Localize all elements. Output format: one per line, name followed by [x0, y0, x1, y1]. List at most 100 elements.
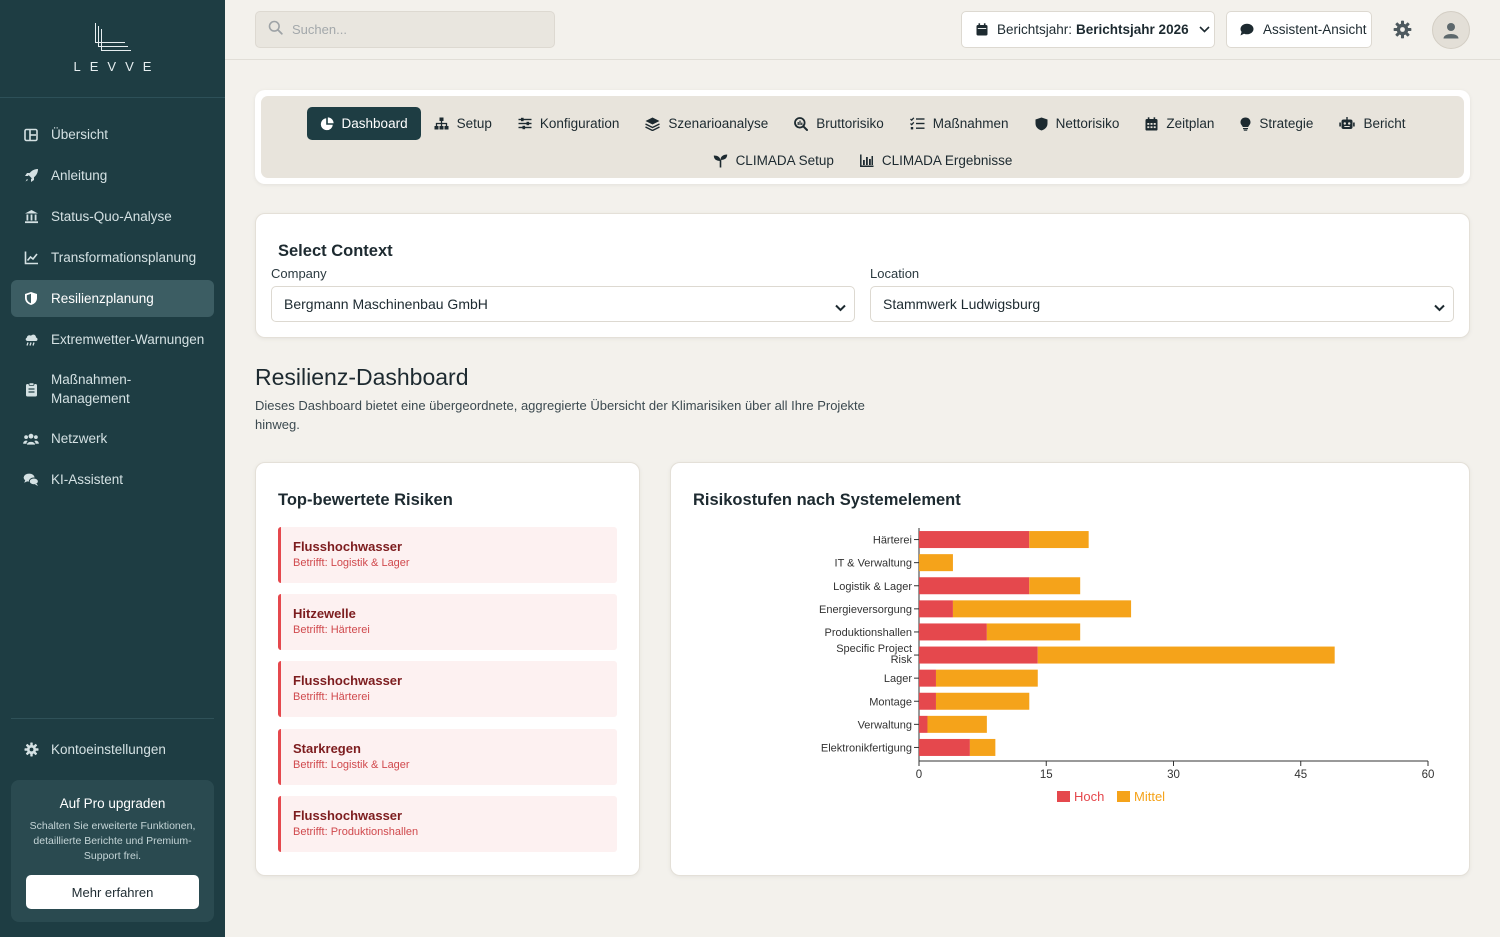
tab-row-climada: CLIMADA Setup CLIMADA Ergebnisse [261, 144, 1464, 177]
risk-item[interactable]: Flusshochwasser Betrifft: Produktionshal… [278, 796, 617, 852]
sidebar-item-resilienzplanung[interactable]: Resilienzplanung [11, 280, 214, 317]
sidebar-item-ki-assistent[interactable]: KI-Assistent [11, 461, 214, 498]
user-icon [1443, 22, 1459, 39]
sidebar-item-label: Netzwerk [51, 431, 108, 446]
y-tick-label: Produktionshallen [825, 627, 912, 639]
sidebar-item-label: Maßnahmen- Management [51, 372, 132, 406]
sidebar-item-label: KI-Assistent [51, 472, 124, 487]
sidebar-item-label: Status-Quo-Analyse [51, 209, 172, 224]
tab-konfiguration[interactable]: Konfiguration [505, 107, 633, 140]
sidebar-item-label: Extremwetter-Warnungen [51, 332, 205, 347]
sidebar-item-transformationsplanung[interactable]: Transformationsplanung [11, 239, 214, 276]
report-year-selector[interactable]: Berichtsjahr: Berichtsjahr 2026 [961, 11, 1215, 48]
sidebar-item-uebersicht[interactable]: Übersicht [11, 116, 214, 153]
bar-mittel [986, 623, 1081, 641]
sidebar-item-status-quo[interactable]: Status-Quo-Analyse [11, 198, 214, 235]
y-tick-label: Elektronikfertigung [821, 742, 912, 754]
gear-icon [23, 742, 39, 758]
tab-massnahmen[interactable]: Maßnahmen [897, 107, 1022, 140]
location-select-value: Stammwerk Ludwigsburg [883, 296, 1041, 312]
company-select[interactable]: Bergmann Maschinenbau GmbH [271, 286, 855, 322]
bar-mittel [952, 600, 1132, 618]
tab-label: CLIMADA Ergebnisse [881, 153, 1013, 168]
bar-hoch [919, 623, 987, 641]
tab-szenarioanalyse[interactable]: Szenarioanalyse [632, 107, 781, 140]
tab-dashboard[interactable]: Dashboard [306, 107, 421, 140]
risk-name: Flusshochwasser [293, 539, 403, 554]
bar-hoch [919, 531, 1030, 549]
select-context-card: Select Context Company Bergmann Maschine… [255, 213, 1470, 338]
user-avatar[interactable] [1432, 11, 1470, 49]
risk-name: Flusshochwasser [293, 808, 403, 823]
risk-item[interactable]: Hitzewelle Betrifft: Härterei [278, 594, 617, 650]
shield-solid-icon [1035, 117, 1048, 130]
x-tick-label: 45 [1294, 769, 1307, 781]
risk-item[interactable]: Flusshochwasser Betrifft: Logistik & Lag… [278, 527, 617, 583]
tab-zeitplan[interactable]: Zeitplan [1132, 107, 1227, 140]
sidebar-item-massnahmen-management[interactable]: Maßnahmen- Management [11, 362, 214, 416]
legend-label-mittel: Mittel [1134, 789, 1165, 804]
tab-strategie[interactable]: Strategie [1227, 107, 1326, 140]
sliders-icon [518, 117, 532, 130]
bar-hoch [919, 669, 936, 687]
assistant-view-button[interactable]: Assistent-Ansicht [1226, 11, 1372, 48]
location-select[interactable]: Stammwerk Ludwigsburg [870, 286, 1454, 322]
y-tick-label: Verwaltung [858, 719, 912, 731]
legend-swatch-mittel [1117, 791, 1130, 802]
page-description: Dieses Dashboard bietet eine übergeordne… [255, 398, 865, 432]
upgrade-card: Auf Pro upgraden Schalten Sie erweiterte… [11, 780, 214, 922]
module-tabs-card: Dashboard Setup Konfiguration Szenarioan… [255, 90, 1470, 184]
tab-row-main: Dashboard Setup Konfiguration Szenarioan… [261, 107, 1464, 140]
top-risks-card: Top-bewertete Risiken Flusshochwasser Be… [255, 462, 640, 876]
sidebar-item-extremwetter[interactable]: Extremwetter-Warnungen [11, 321, 214, 358]
upgrade-title: Auf Pro upgraden [59, 796, 166, 811]
bar-mittel [935, 692, 1030, 710]
search-input[interactable] [292, 22, 532, 37]
logo[interactable]: LEVVE [0, 0, 225, 98]
cloud-rain-icon [23, 332, 39, 348]
company-label: Company [271, 266, 327, 281]
x-tick-label: 15 [1040, 769, 1053, 781]
tab-label: Zeitplan [1166, 116, 1215, 131]
risk-name: Flusshochwasser [293, 673, 403, 688]
y-tick-label: Härterei [873, 535, 912, 547]
users-icon [23, 431, 39, 447]
tab-label: Dashboard [341, 116, 408, 131]
sidebar-item-anleitung[interactable]: Anleitung [11, 157, 214, 194]
tab-bericht[interactable]: Bericht [1326, 107, 1418, 140]
assistant-view-label: Assistent-Ansicht [1263, 22, 1367, 37]
x-tick-label: 60 [1422, 769, 1435, 781]
context-title: Select Context [278, 242, 393, 260]
settings-gear-icon[interactable] [1393, 20, 1412, 44]
y-tick-label: Montage [869, 696, 912, 708]
search-box[interactable] [255, 11, 555, 48]
robot-icon [1339, 117, 1356, 129]
learn-more-button[interactable]: Mehr erfahren [26, 875, 199, 909]
sidebar-item-kontoeinstellungen[interactable]: Kontoeinstellungen [11, 731, 214, 768]
overview-icon [23, 127, 39, 143]
legend-label-hoch: Hoch [1074, 789, 1104, 804]
bar-hoch [919, 600, 953, 618]
y-tick-label: IT & Verwaltung [835, 558, 912, 570]
tab-climada-setup[interactable]: CLIMADA Setup [700, 144, 847, 177]
bar-hoch [919, 646, 1038, 664]
sidebar: LEVVE Übersicht Anleitung Status-Quo-Ana… [0, 0, 225, 937]
risk-name: Starkregen [293, 741, 361, 756]
location-label: Location [870, 266, 920, 281]
risk-affected: Betrifft: Produktionshallen [293, 826, 419, 838]
calendar-icon [976, 23, 988, 36]
risk-item[interactable]: Starkregen Betrifft: Logistik & Lager [278, 729, 617, 785]
tab-nettorisiko[interactable]: Nettorisiko [1022, 107, 1133, 140]
logo-text: LEVVE [73, 59, 161, 74]
risk-item[interactable]: Flusshochwasser Betrifft: Härterei [278, 661, 617, 717]
sidebar-item-netzwerk[interactable]: Netzwerk [11, 420, 214, 457]
tab-climada-ergebnisse[interactable]: CLIMADA Ergebnisse [847, 144, 1026, 177]
tab-setup[interactable]: Setup [421, 107, 505, 140]
tab-label: Maßnahmen [932, 116, 1009, 131]
tab-label: CLIMADA Setup [735, 153, 834, 168]
tab-bruttorisiko[interactable]: Bruttorisiko [781, 107, 897, 140]
tab-label: Bruttorisiko [816, 116, 884, 131]
tab-label: Nettorisiko [1055, 116, 1120, 131]
bar-mittel [1029, 577, 1081, 595]
sidebar-item-label: Resilienzplanung [51, 291, 154, 306]
